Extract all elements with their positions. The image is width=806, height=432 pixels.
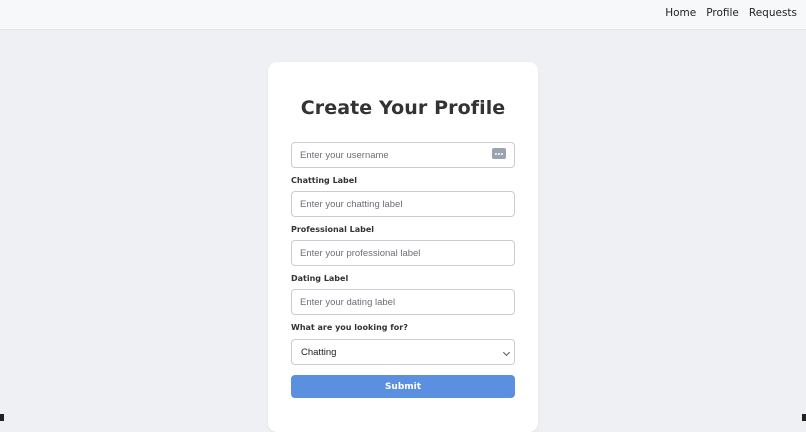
window-corner-left bbox=[0, 414, 4, 421]
window-corner-right bbox=[802, 414, 806, 421]
looking-for-selected-value: Chatting bbox=[301, 346, 337, 358]
page-title: Create Your Profile bbox=[300, 97, 506, 119]
top-navigation-bar: Home Profile Requests bbox=[0, 0, 806, 30]
keyboard-icon[interactable] bbox=[492, 148, 506, 159]
dating-label-heading: Dating Label bbox=[291, 274, 349, 283]
nav-requests-link[interactable]: Requests bbox=[749, 7, 797, 19]
nav-profile-link[interactable]: Profile bbox=[706, 7, 739, 19]
dating-label-input[interactable] bbox=[291, 289, 515, 315]
looking-for-heading: What are you looking for? bbox=[291, 323, 408, 332]
submit-button[interactable]: Submit bbox=[291, 375, 515, 398]
professional-label-input[interactable] bbox=[291, 240, 515, 266]
username-input[interactable] bbox=[291, 142, 515, 168]
chatting-label-input[interactable] bbox=[291, 191, 515, 217]
chevron-down-icon bbox=[502, 348, 511, 357]
chatting-label-heading: Chatting Label bbox=[291, 176, 357, 185]
nav-links: Home Profile Requests bbox=[665, 7, 797, 19]
professional-label-heading: Professional Label bbox=[291, 225, 374, 234]
looking-for-select[interactable]: Chatting bbox=[291, 339, 515, 365]
nav-home-link[interactable]: Home bbox=[665, 7, 696, 19]
